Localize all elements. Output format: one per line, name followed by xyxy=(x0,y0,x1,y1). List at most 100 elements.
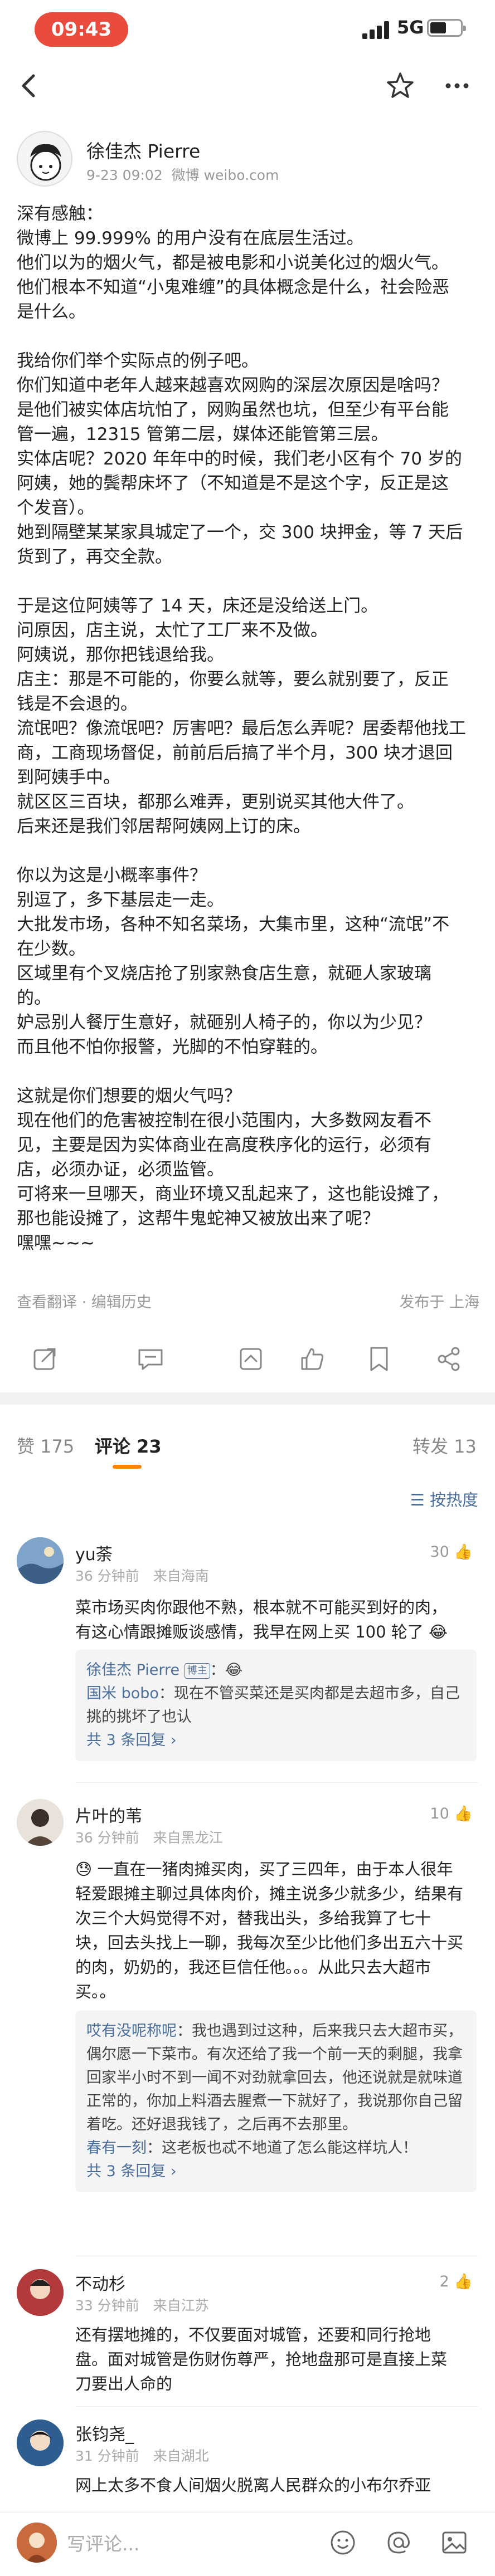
nav-bar xyxy=(0,56,495,117)
comment-divider xyxy=(75,1782,478,1783)
sort-bar: ☰ 按热度 xyxy=(0,1476,495,1521)
comment-line: 轻爱跟摊主聊过具体肉价，摊主说多少就多少，结果有 xyxy=(75,1884,464,1903)
view-replies-link[interactable]: 共 3 条回复 › xyxy=(86,2160,465,2183)
comment-line: 有这心情跟摊贩谈感情，我早在网上买 100 轮了 😂 xyxy=(75,1622,448,1641)
reply-line: 哎有没呢称呢：我也遇到过这种，后来我只去大超市买，偶尔愿一下菜市。有次还给了我一… xyxy=(86,2020,465,2137)
star-icon[interactable] xyxy=(384,69,417,102)
comment-meta: 31 分钟前 来自湖北 xyxy=(75,2448,209,2464)
tab-reposts[interactable]: 转发 13 xyxy=(412,1433,477,1458)
post-text-line: 阿姨说，那你把钱退给我。 xyxy=(17,645,224,665)
comment-like-count[interactable]: 10 👍 xyxy=(430,1805,473,1822)
reply-author[interactable]: 徐佳杰 Pierre xyxy=(86,1661,179,1679)
section-divider xyxy=(0,1392,495,1405)
reply-preview[interactable]: 哎有没呢称呢：我也遇到过这种，后来我只去大超市买，偶尔愿一下菜市。有次还给了我一… xyxy=(75,2011,477,2192)
image-icon[interactable] xyxy=(438,2526,471,2559)
reply-author[interactable]: 春有一刻 xyxy=(86,2139,147,2157)
comment-text: 菜市场买肉你跟他不熟，根本就不可能买到好的肉， 有这心情跟摊贩谈感情，我早在网上… xyxy=(75,1595,477,1644)
comment-meta: 33 分钟前 来自江苏 xyxy=(75,2298,209,2314)
post-text-line: 实体店呢？2020 年年中的时候，我们老小区有个 70 岁的 xyxy=(17,449,462,469)
comment-divider xyxy=(75,2406,478,2407)
reply-author[interactable]: 国米 bobo xyxy=(86,1685,159,1702)
active-tab-indicator xyxy=(113,1465,142,1469)
post-text-line: 微博上 99.999% 的用户没有在底层生活过。 xyxy=(17,228,364,248)
commenter-avatar[interactable] xyxy=(17,2419,64,2466)
back-icon[interactable] xyxy=(12,69,46,102)
post-text-line: 见，主要是因为实体商业在高度秩序化的运行，必须有 xyxy=(17,1135,431,1155)
post-source: 微博 weibo.com xyxy=(171,167,279,183)
post-text-line xyxy=(17,569,479,594)
forward-share-icon[interactable] xyxy=(432,1342,465,1376)
reply-text: ：😂 xyxy=(210,1661,243,1679)
post-text-line: 管一遍，12315 管第二层，媒体还能管第三层。 xyxy=(17,424,389,444)
commenter-name[interactable]: 不动杉 xyxy=(75,2270,125,2295)
post-text-line: 阿姨，她的鬓帮床坏了（不知道是不是这个字，反正是这 xyxy=(17,473,449,493)
post-text-line: 你们知道中老年人越来越喜欢网购的深层次原因是啥吗？ xyxy=(17,375,449,395)
commenter-avatar[interactable] xyxy=(17,2269,64,2316)
author-avatar[interactable] xyxy=(17,131,72,187)
comment-line: 网上太多不食人间烟火脱离人民群众的小布尔乔亚 xyxy=(75,2476,431,2495)
post-text-line: 货到了，再交全款。 xyxy=(17,547,172,567)
translate-edit-history-link[interactable]: 查看翻译 · 编辑历史 xyxy=(17,1294,152,1311)
comment-text: 😓 一直在一猪肉摊买肉，买了三四年，由于本人很年 轻爱跟摊主聊过具体肉价，摊主说… xyxy=(75,1857,477,2004)
post-text-line: 那也能设摊了，这帮牛鬼蛇神又被放出来了呢？ xyxy=(17,1209,380,1229)
comment-input[interactable]: 写评论... xyxy=(67,2529,139,2556)
post-text-line: 问原因，店主说，太忙了工厂来不及做。 xyxy=(17,620,328,641)
comment-line: 刀要出人命的 xyxy=(75,2374,173,2393)
reply-line: 国米 bobo：现在不管买菜还是买肉都是去超市多，自己挑的挑坏了也认 xyxy=(86,1682,465,1729)
like-icon: 👍 xyxy=(454,2273,473,2290)
post-text-line: 到阿姨手中。 xyxy=(17,768,120,788)
comment-line: 盘。面对城管是伤财伤尊严，抢地盘那可是直接上菜 xyxy=(75,2350,448,2369)
post-text-line: 他们以为的烟火气，都是被电影和小说美化过的烟火气。 xyxy=(17,253,449,273)
like-count: 2 xyxy=(439,2273,449,2290)
commenter-avatar[interactable] xyxy=(17,1799,64,1846)
commenter-avatar[interactable] xyxy=(17,1537,64,1584)
more-icon[interactable] xyxy=(440,69,474,102)
post-text-line: 钱是不会退的。 xyxy=(17,694,138,714)
reply-preview[interactable]: 徐佳杰 Pierre 博主 ：😂 国米 bobo：现在不管买菜还是买肉都是去超市多… xyxy=(75,1650,477,1761)
post-text-line: 流氓吧？像流氓吧？厉害吧？最后怎么弄呢？居委帮他找工 xyxy=(17,718,466,739)
post-text-line: 于是这位阿姨等了 14 天，床还是没给送上门。 xyxy=(17,596,378,616)
tab-likes[interactable]: 赞 175 xyxy=(17,1433,74,1458)
like-icon: 👍 xyxy=(454,1543,473,1561)
comment-line: 的肉，奶奶的，我还巨信任他。。。从此只去大超市 xyxy=(75,1958,431,1977)
like-icon[interactable] xyxy=(295,1342,329,1376)
post-text-line: 的。 xyxy=(17,988,51,1008)
post-text-line xyxy=(17,324,479,349)
comment-like-count[interactable]: 2 👍 xyxy=(440,2272,473,2290)
post-meta: 9-23 09:02 微博 weibo.com xyxy=(86,164,279,184)
comment-line: 😓 一直在一猪肉摊买肉，买了三四年，由于本人很年 xyxy=(75,1860,453,1879)
like-icon: 👍 xyxy=(454,1805,473,1822)
emoji-icon[interactable] xyxy=(326,2526,360,2559)
post-text-line: 区域里有个叉烧店抢了别家熟食店生意，就砸人家玻璃 xyxy=(17,964,431,984)
commenter-name[interactable]: 片叶的苇 xyxy=(75,1802,142,1827)
author-name[interactable]: 徐佳杰 Pierre xyxy=(86,136,200,163)
tab-comments[interactable]: 评论 23 xyxy=(95,1433,162,1458)
post-actions xyxy=(0,1331,495,1387)
reply-author[interactable]: 哎有没呢称呢 xyxy=(86,2022,177,2040)
like-count: 30 xyxy=(430,1543,449,1561)
post-text-line: 这就是你们想要的烟火气吗？ xyxy=(17,1086,241,1106)
author-badge: 博主 xyxy=(184,1663,210,1679)
comment-meta: 36 分钟前 来自黑龙江 xyxy=(75,1830,223,1846)
comment-icon[interactable] xyxy=(134,1342,167,1376)
comment-like-count[interactable]: 30 👍 xyxy=(430,1543,473,1561)
repost-icon[interactable] xyxy=(234,1342,268,1376)
battery-icon xyxy=(427,19,466,37)
bookmark-icon[interactable] xyxy=(362,1342,396,1376)
post-text-line: 是什么。 xyxy=(17,302,86,322)
comment-input-bar: 写评论... xyxy=(0,2512,495,2576)
status-bar: 09:43 5G xyxy=(0,0,495,56)
post-text-line: 你以为这是小概率事件？ xyxy=(17,866,207,886)
view-replies-link[interactable]: 共 3 条回复 › xyxy=(86,1729,465,1752)
sort-by-hot-button[interactable]: ☰ 按热度 xyxy=(410,1487,478,1511)
post-footer: 查看翻译 · 编辑历史 发布于 上海 xyxy=(17,1290,479,1312)
share-icon[interactable] xyxy=(28,1342,61,1376)
commenter-name[interactable]: yu荼 xyxy=(75,1541,113,1565)
post-text-line: 嘿嘿~~~ xyxy=(17,1233,95,1253)
post-text-line: 店主：那是不可能的，你要么就等，要么就别要了，反正 xyxy=(17,669,449,690)
interaction-tabs: 赞 175 评论 23 转发 13 xyxy=(0,1405,495,1477)
reply-line: 春有一刻：这老板也忒不地道了怎么能这样坑人！ xyxy=(86,2137,465,2160)
commenter-name[interactable]: 张钧尧_ xyxy=(75,2421,134,2445)
comment-meta: 36 分钟前 来自海南 xyxy=(75,1568,209,1584)
at-icon[interactable] xyxy=(382,2526,415,2559)
